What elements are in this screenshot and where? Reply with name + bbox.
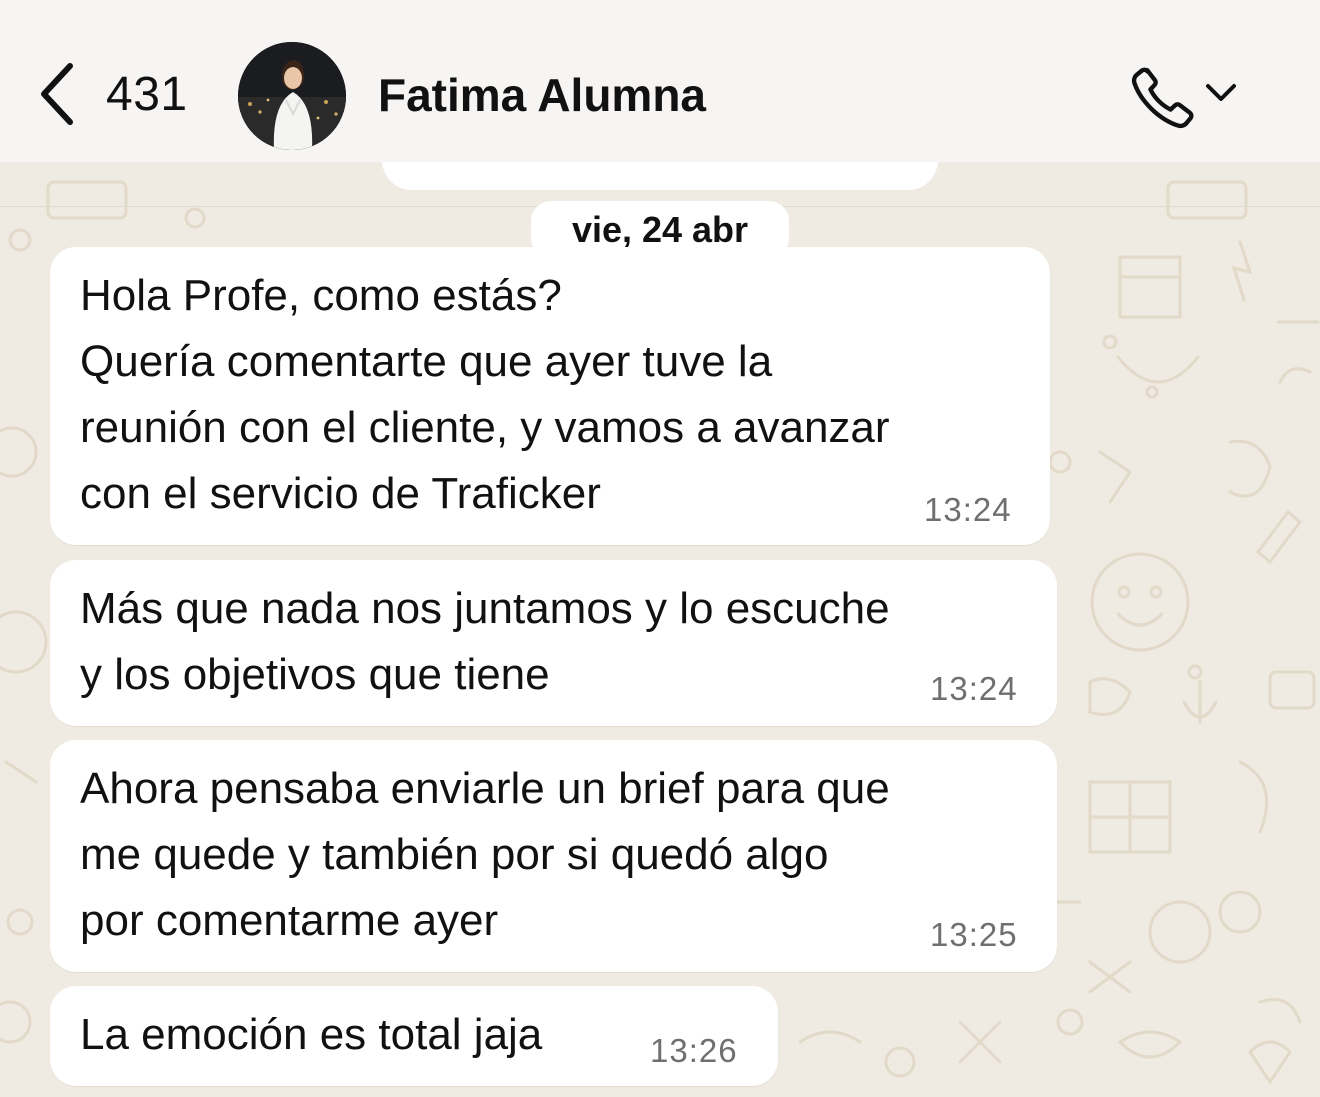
message-text: Hola Profe, como estás? Quería comentart… <box>80 271 890 518</box>
back-button[interactable]: 431 <box>36 62 188 126</box>
unread-count: 431 <box>106 67 188 121</box>
contact-name[interactable]: Fatima Alumna <box>378 68 706 122</box>
message-time: 13:24 <box>930 670 1018 707</box>
chat-header: 431 Fatima Alumna <box>0 0 1320 162</box>
message-time: 13:26 <box>650 1032 738 1069</box>
message-text: La emoción es total jaja <box>80 1010 543 1059</box>
message-text: Más que nada nos juntamos y lo escuche y… <box>80 584 890 699</box>
chevron-down-icon[interactable] <box>1204 82 1238 104</box>
chevron-left-icon <box>41 63 73 125</box>
message-text: Ahora pensaba enviarle un brief para que… <box>80 764 890 945</box>
phone-icon[interactable] <box>1128 62 1198 132</box>
message-bubble[interactable]: Hola Profe, como estás? Quería comentart… <box>50 247 1050 545</box>
message-bubble[interactable]: Más que nada nos juntamos y lo escuche y… <box>50 560 1057 726</box>
message-time: 13:25 <box>930 916 1018 953</box>
message-bubble[interactable]: La emoción es total jaja 13:26 <box>50 986 778 1086</box>
message-bubble[interactable]: Ahora pensaba enviarle un brief para que… <box>50 740 1057 972</box>
avatar[interactable] <box>238 42 346 150</box>
message-time: 13:24 <box>924 491 1012 528</box>
